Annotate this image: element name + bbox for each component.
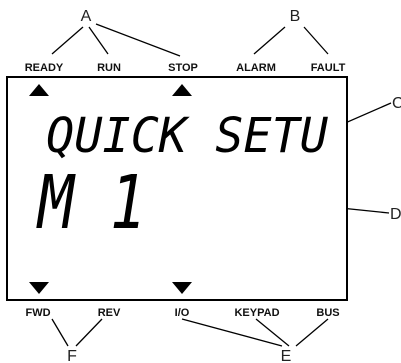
leader-b-fault <box>303 26 329 55</box>
indicator-keypad: KEYPAD <box>234 307 279 319</box>
leader-f-fwd <box>51 318 69 347</box>
callout-f: F <box>67 348 77 363</box>
display-line-1: QUICK SETU <box>46 108 328 164</box>
indicator-io: I/O <box>175 307 190 319</box>
indicator-rev: REV <box>98 307 121 319</box>
leader-e-bus <box>295 318 329 347</box>
indicator-ready: READY <box>25 62 64 74</box>
callout-e: E <box>281 348 292 363</box>
leader-a-stop <box>95 23 181 57</box>
leader-a-run <box>88 26 109 55</box>
display-line-2: M 1 <box>36 160 146 246</box>
indicator-fault: FAULT <box>311 62 346 74</box>
lcd-panel-diagram: A B C D E F READY RUN STOP ALARM FAULT Q… <box>6 8 401 363</box>
callout-b: B <box>290 8 301 25</box>
leader-f-rev <box>75 318 103 347</box>
indicator-alarm: ALARM <box>236 62 276 74</box>
leader-a-ready <box>51 26 84 55</box>
callout-d: D <box>390 206 401 223</box>
indicator-bus: BUS <box>316 307 339 319</box>
callout-a: A <box>81 8 92 25</box>
leader-e-keypad <box>255 318 290 347</box>
leader-b-alarm <box>253 26 286 55</box>
indicator-fwd: FWD <box>25 307 50 319</box>
indicator-run: RUN <box>97 62 121 74</box>
indicator-stop: STOP <box>168 62 198 74</box>
callout-c: C <box>392 95 401 112</box>
leader-e-io <box>181 318 283 347</box>
